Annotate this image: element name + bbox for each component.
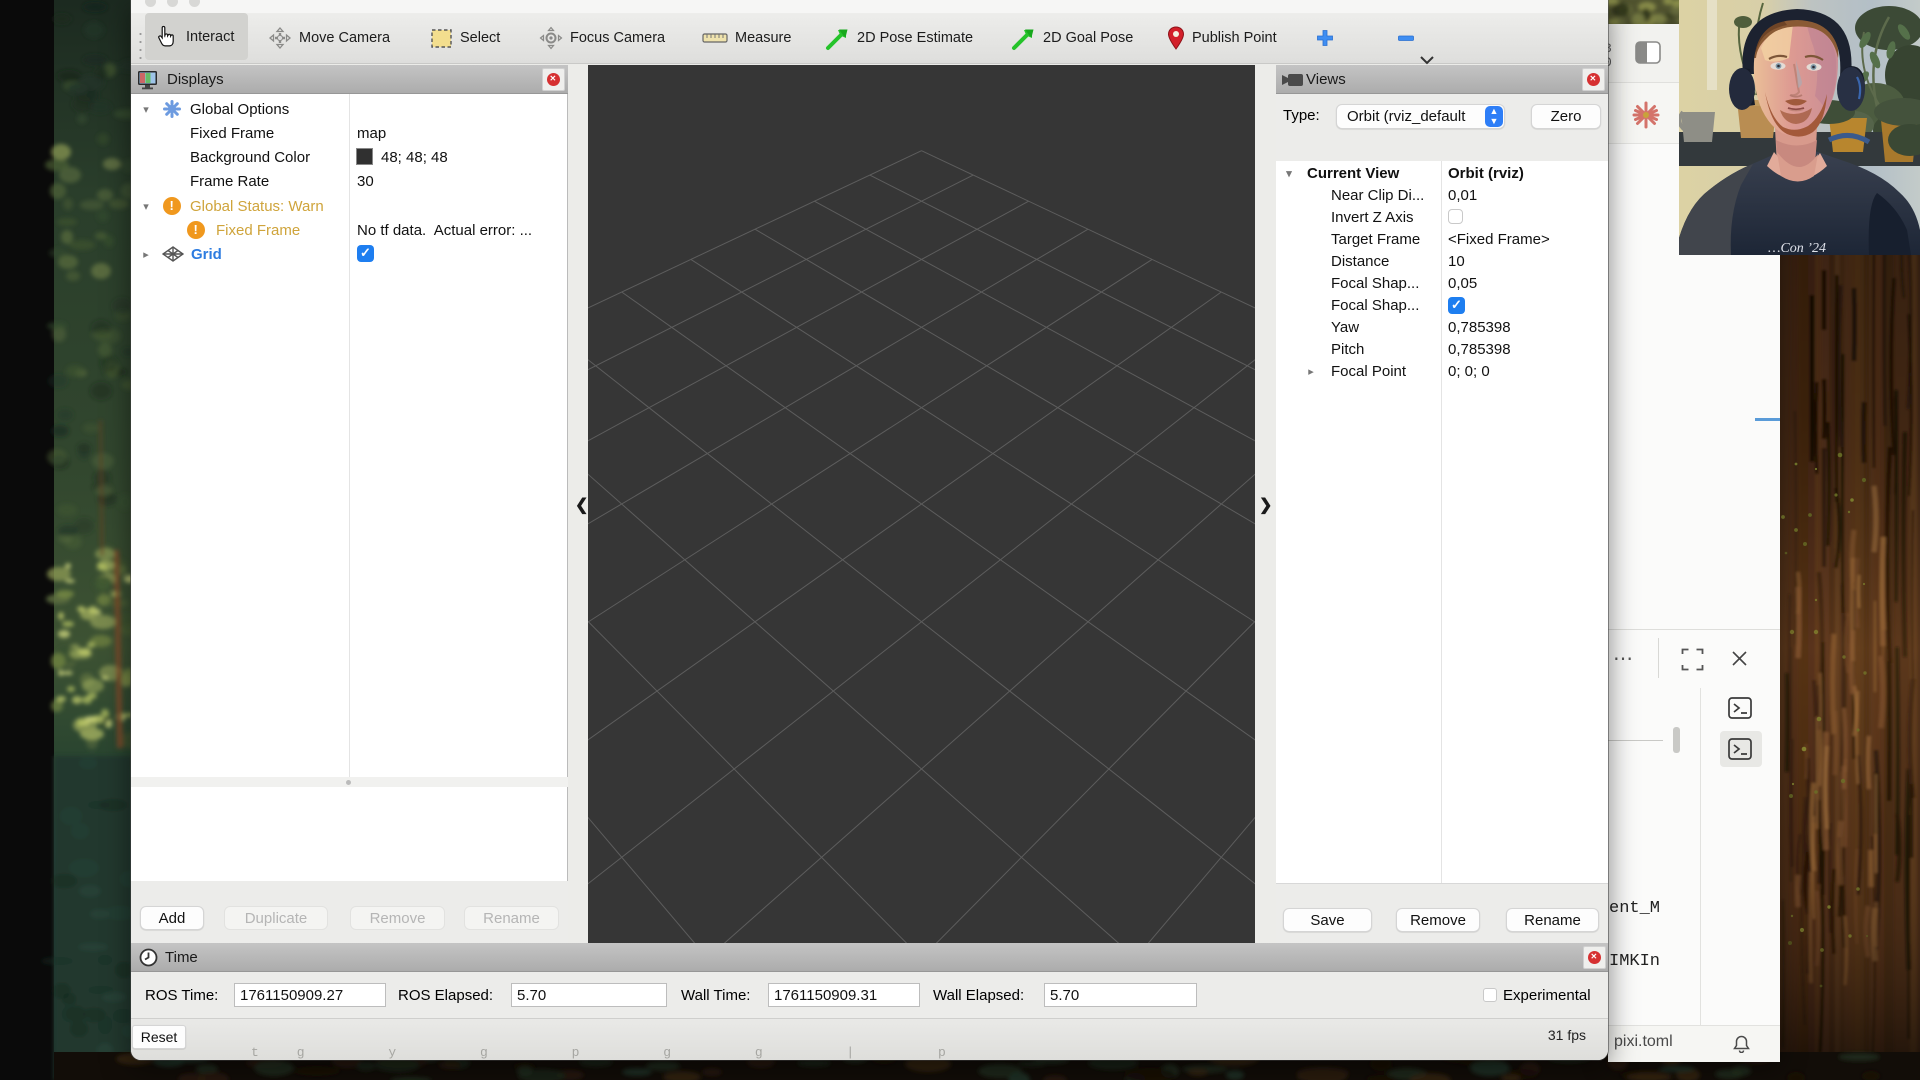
svg-text:…Con ’24: …Con ’24: [1768, 241, 1826, 255]
